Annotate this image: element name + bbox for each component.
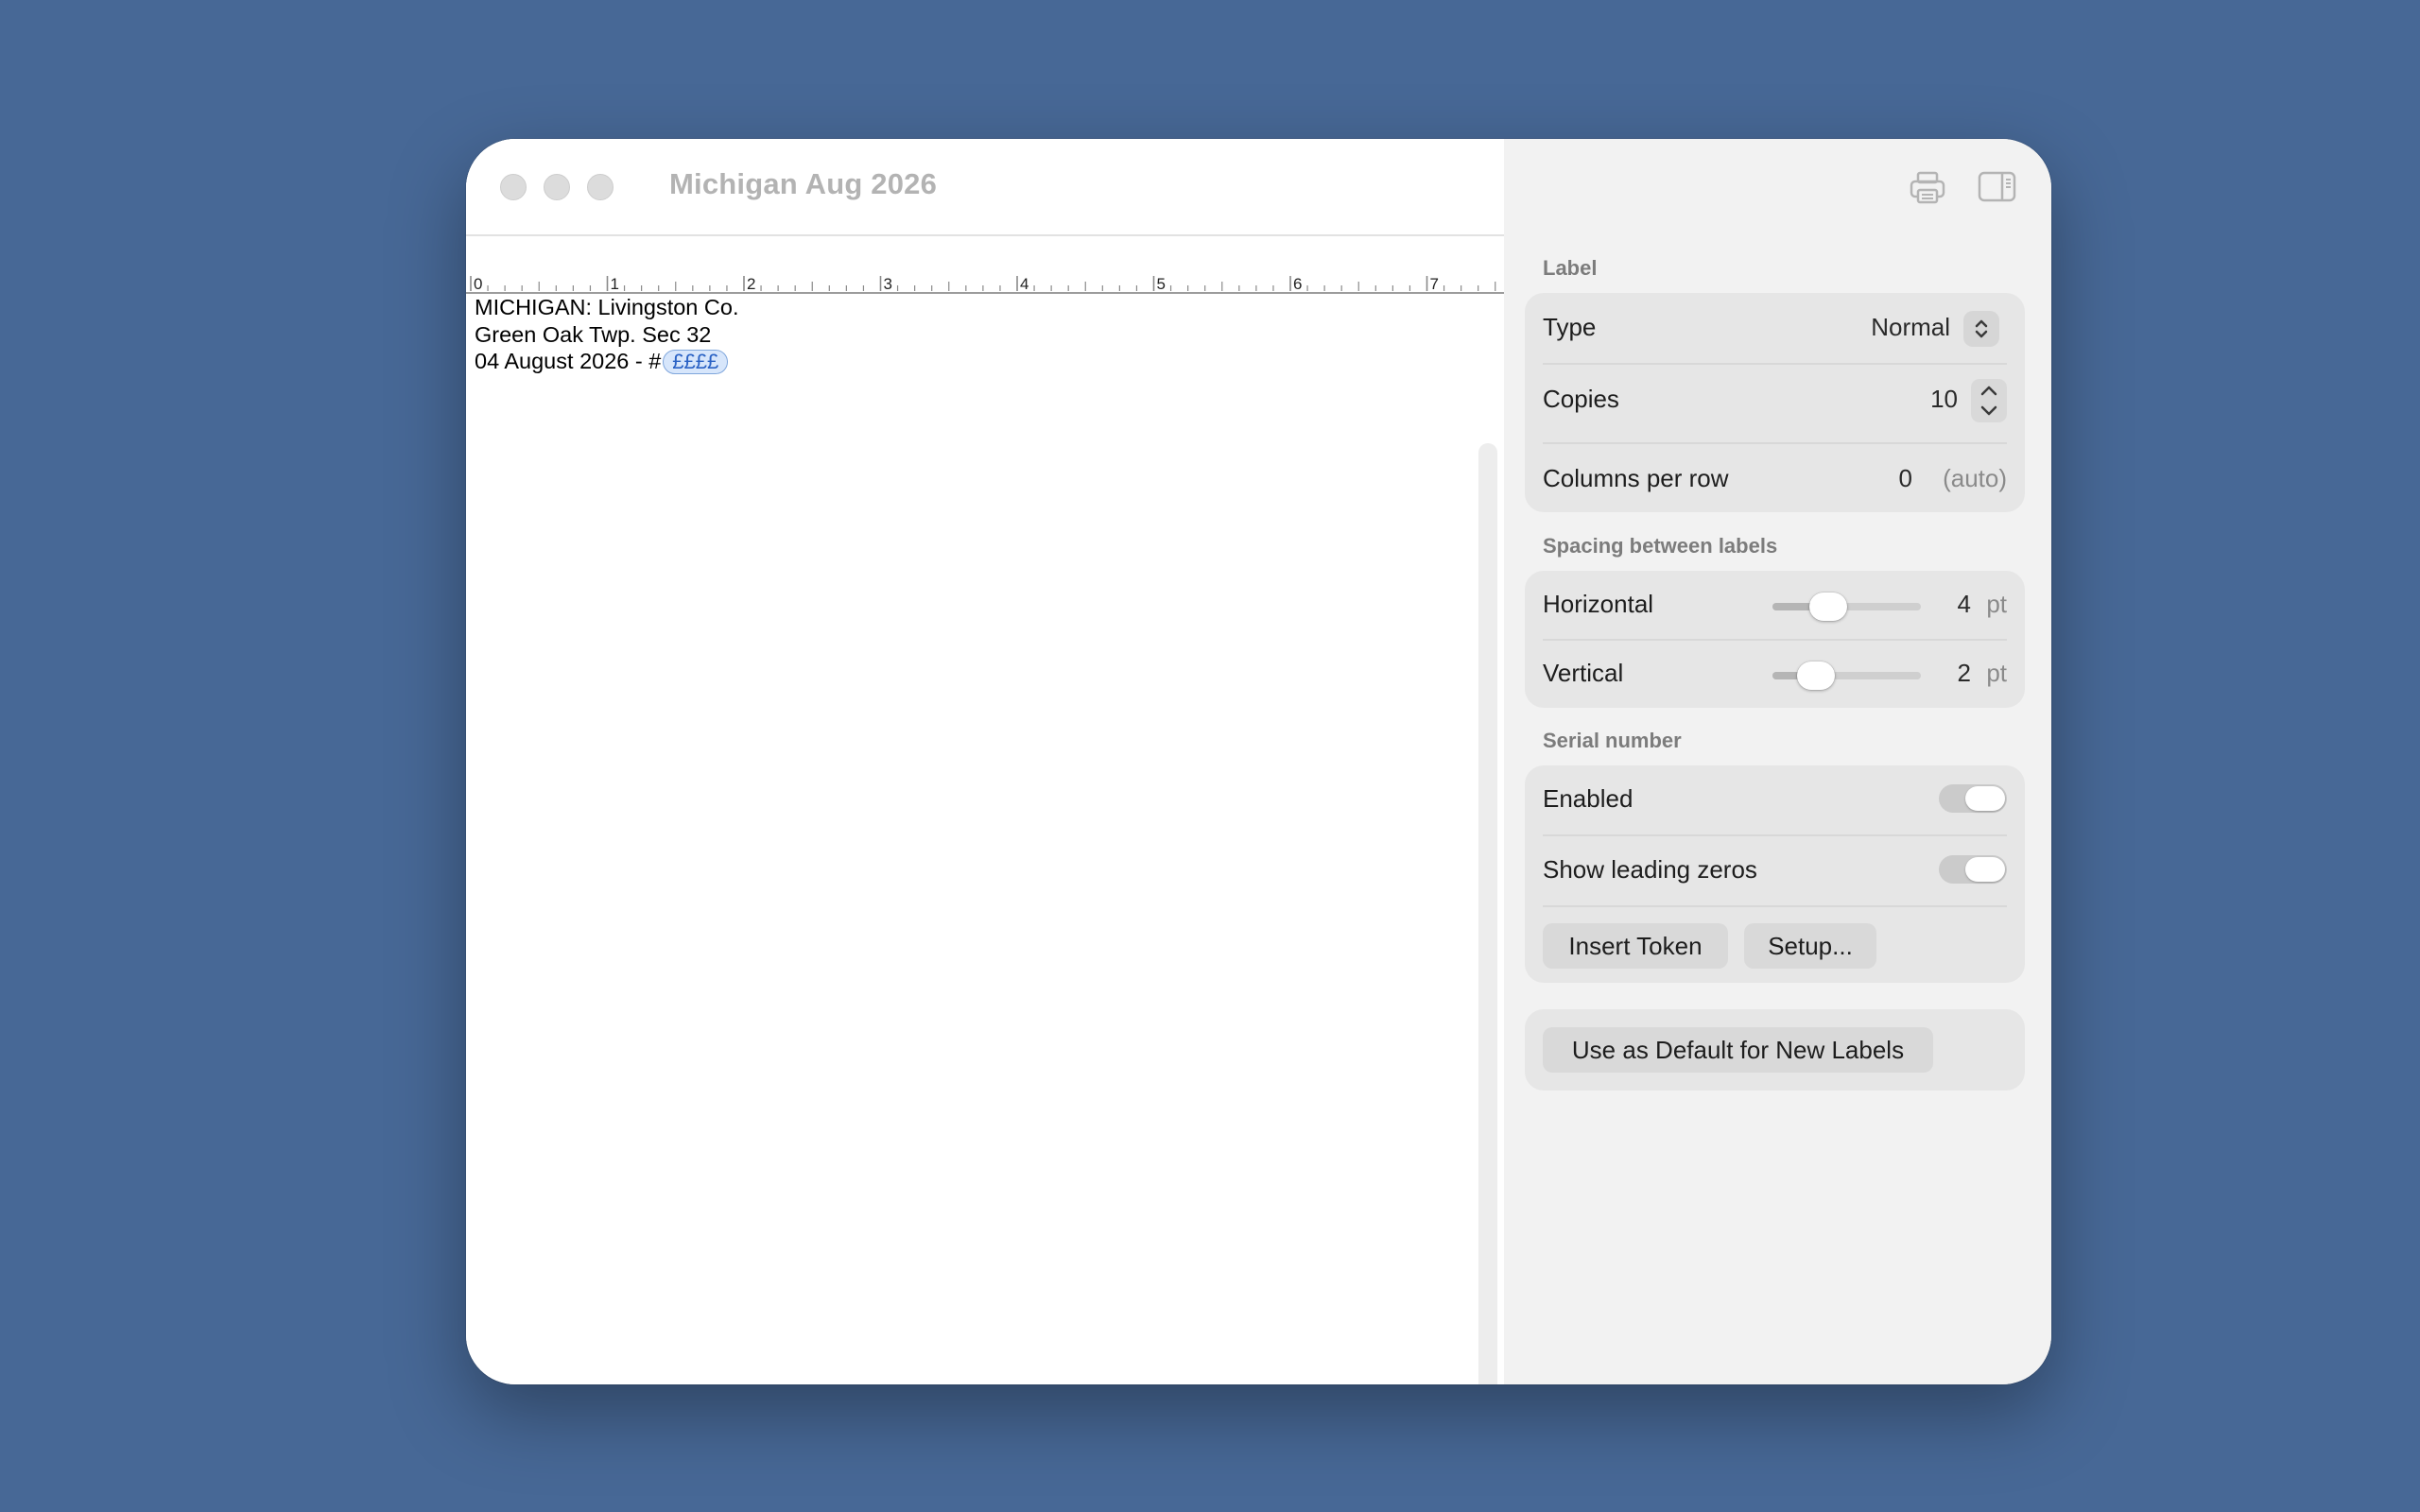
printer-icon[interactable]	[1909, 168, 1946, 206]
horizontal-spacing-row: Horizontal 4 pt	[1543, 590, 2007, 627]
horizontal-spacing-slider[interactable]	[1772, 593, 1921, 621]
ruler-label: 6	[1293, 275, 1302, 292]
ruler-label: 5	[1157, 275, 1166, 292]
horizontal-value[interactable]: 4	[1958, 590, 1971, 619]
vertical-slider-knob[interactable]	[1796, 662, 1835, 690]
chevron-up-down-icon	[1975, 319, 1988, 338]
leading-zeros-toggle[interactable]	[1939, 855, 2007, 884]
enabled-toggle[interactable]	[1939, 784, 2007, 813]
sidebar-toggle-icon[interactable]	[1978, 170, 2017, 204]
type-row: Type Normal	[1543, 311, 2007, 351]
divider	[1543, 442, 2007, 444]
use-as-default-button[interactable]: Use as Default for New Labels	[1543, 1027, 1933, 1073]
copies-value[interactable]: 10	[1930, 385, 1958, 414]
label-text-editor[interactable]: MICHIGAN: Livingston Co. Green Oak Twp. …	[475, 294, 738, 375]
ruler[interactable]: 0 1 2 3 4 5 6 7	[466, 260, 1504, 294]
leading-zeros-row: Show leading zeros	[1543, 855, 2007, 893]
vertical-value[interactable]: 2	[1958, 659, 1971, 688]
copies-label: Copies	[1543, 385, 1619, 413]
ruler-label: 4	[1020, 275, 1028, 292]
horizontal-slider-knob[interactable]	[1808, 593, 1847, 621]
label-line-1: MICHIGAN: Livingston Co.	[475, 295, 739, 319]
editor-pane: Michigan Aug 2026 0 1 2 3 4 5 6 7 MICHIGAN: Liv…	[466, 139, 1504, 1384]
columns-value[interactable]: 0	[1899, 464, 1912, 493]
close-window-button[interactable]	[500, 174, 527, 200]
label-section-heading: Label	[1543, 256, 1598, 280]
enabled-row: Enabled	[1543, 784, 2007, 822]
default-settings-group: Use as Default for New Labels	[1525, 1009, 2025, 1091]
minimize-window-button[interactable]	[544, 174, 570, 200]
vertical-spacing-row: Vertical 2 pt	[1543, 659, 2007, 696]
enabled-label: Enabled	[1543, 784, 1634, 813]
setup-button[interactable]: Setup...	[1744, 923, 1876, 969]
vertical-label: Vertical	[1543, 659, 1624, 687]
copies-row: Copies 10	[1543, 379, 2007, 422]
ruler-scale: 0 1 2 3 4 5 6 7	[470, 275, 1496, 292]
divider	[1543, 639, 2007, 641]
columns-row: Columns per row 0 (auto)	[1543, 464, 2007, 502]
vertical-spacing-slider[interactable]	[1772, 662, 1921, 690]
ruler-label: 1	[611, 275, 619, 292]
divider	[1543, 363, 2007, 365]
type-label: Type	[1543, 313, 1597, 341]
ruler-label: 7	[1430, 275, 1439, 292]
leading-zeros-label: Show leading zeros	[1543, 855, 1757, 884]
vertical-scrollbar[interactable]	[1478, 443, 1497, 1384]
ruler-label: 2	[747, 275, 755, 292]
vertical-unit: pt	[1986, 659, 2007, 687]
insert-token-button[interactable]: Insert Token	[1543, 923, 1728, 969]
ruler-label: 3	[884, 275, 892, 292]
stepper-arrows	[1980, 386, 1997, 416]
horizontal-label: Horizontal	[1543, 590, 1654, 618]
label-settings-group: Type Normal Copies 10 Columns per row 0 …	[1525, 293, 2025, 512]
horizontal-unit: pt	[1986, 590, 2007, 618]
divider	[1543, 905, 2007, 907]
divider	[1543, 834, 2007, 836]
ruler-label: 0	[474, 275, 482, 292]
label-line-3: 04 August 2026 - # ££££	[475, 348, 738, 375]
chevron-up-icon[interactable]	[1980, 386, 1997, 396]
columns-label: Columns per row	[1543, 464, 1729, 492]
columns-hint: (auto)	[1943, 464, 2007, 492]
enabled-toggle-knob	[1965, 786, 2005, 811]
type-popup-button[interactable]	[1963, 311, 1999, 347]
label-line-2: Green Oak Twp. Sec 32	[475, 321, 712, 347]
zoom-window-button[interactable]	[587, 174, 614, 200]
label-line-3-text: 04 August 2026 - #	[475, 349, 662, 373]
spacing-section-heading: Spacing between labels	[1543, 534, 1778, 558]
serial-number-token[interactable]: ££££	[663, 350, 729, 374]
type-popup-value[interactable]: Normal	[1871, 313, 1950, 342]
serial-section-heading: Serial number	[1543, 729, 1682, 752]
window-title: Michigan Aug 2026	[669, 167, 938, 200]
copies-stepper[interactable]	[1971, 379, 2007, 422]
title-bar: Michigan Aug 2026	[466, 139, 1504, 236]
chevron-down-icon[interactable]	[1980, 405, 1997, 416]
leading-zeros-toggle-knob	[1965, 857, 2005, 882]
serial-settings-group: Enabled Show leading zeros Insert Token …	[1525, 765, 2025, 983]
spacing-settings-group: Horizontal 4 pt Vertical 2 pt	[1525, 571, 2025, 708]
app-window: Michigan Aug 2026 0 1 2 3 4 5 6 7 MICHIGAN: Liv…	[466, 139, 2051, 1384]
